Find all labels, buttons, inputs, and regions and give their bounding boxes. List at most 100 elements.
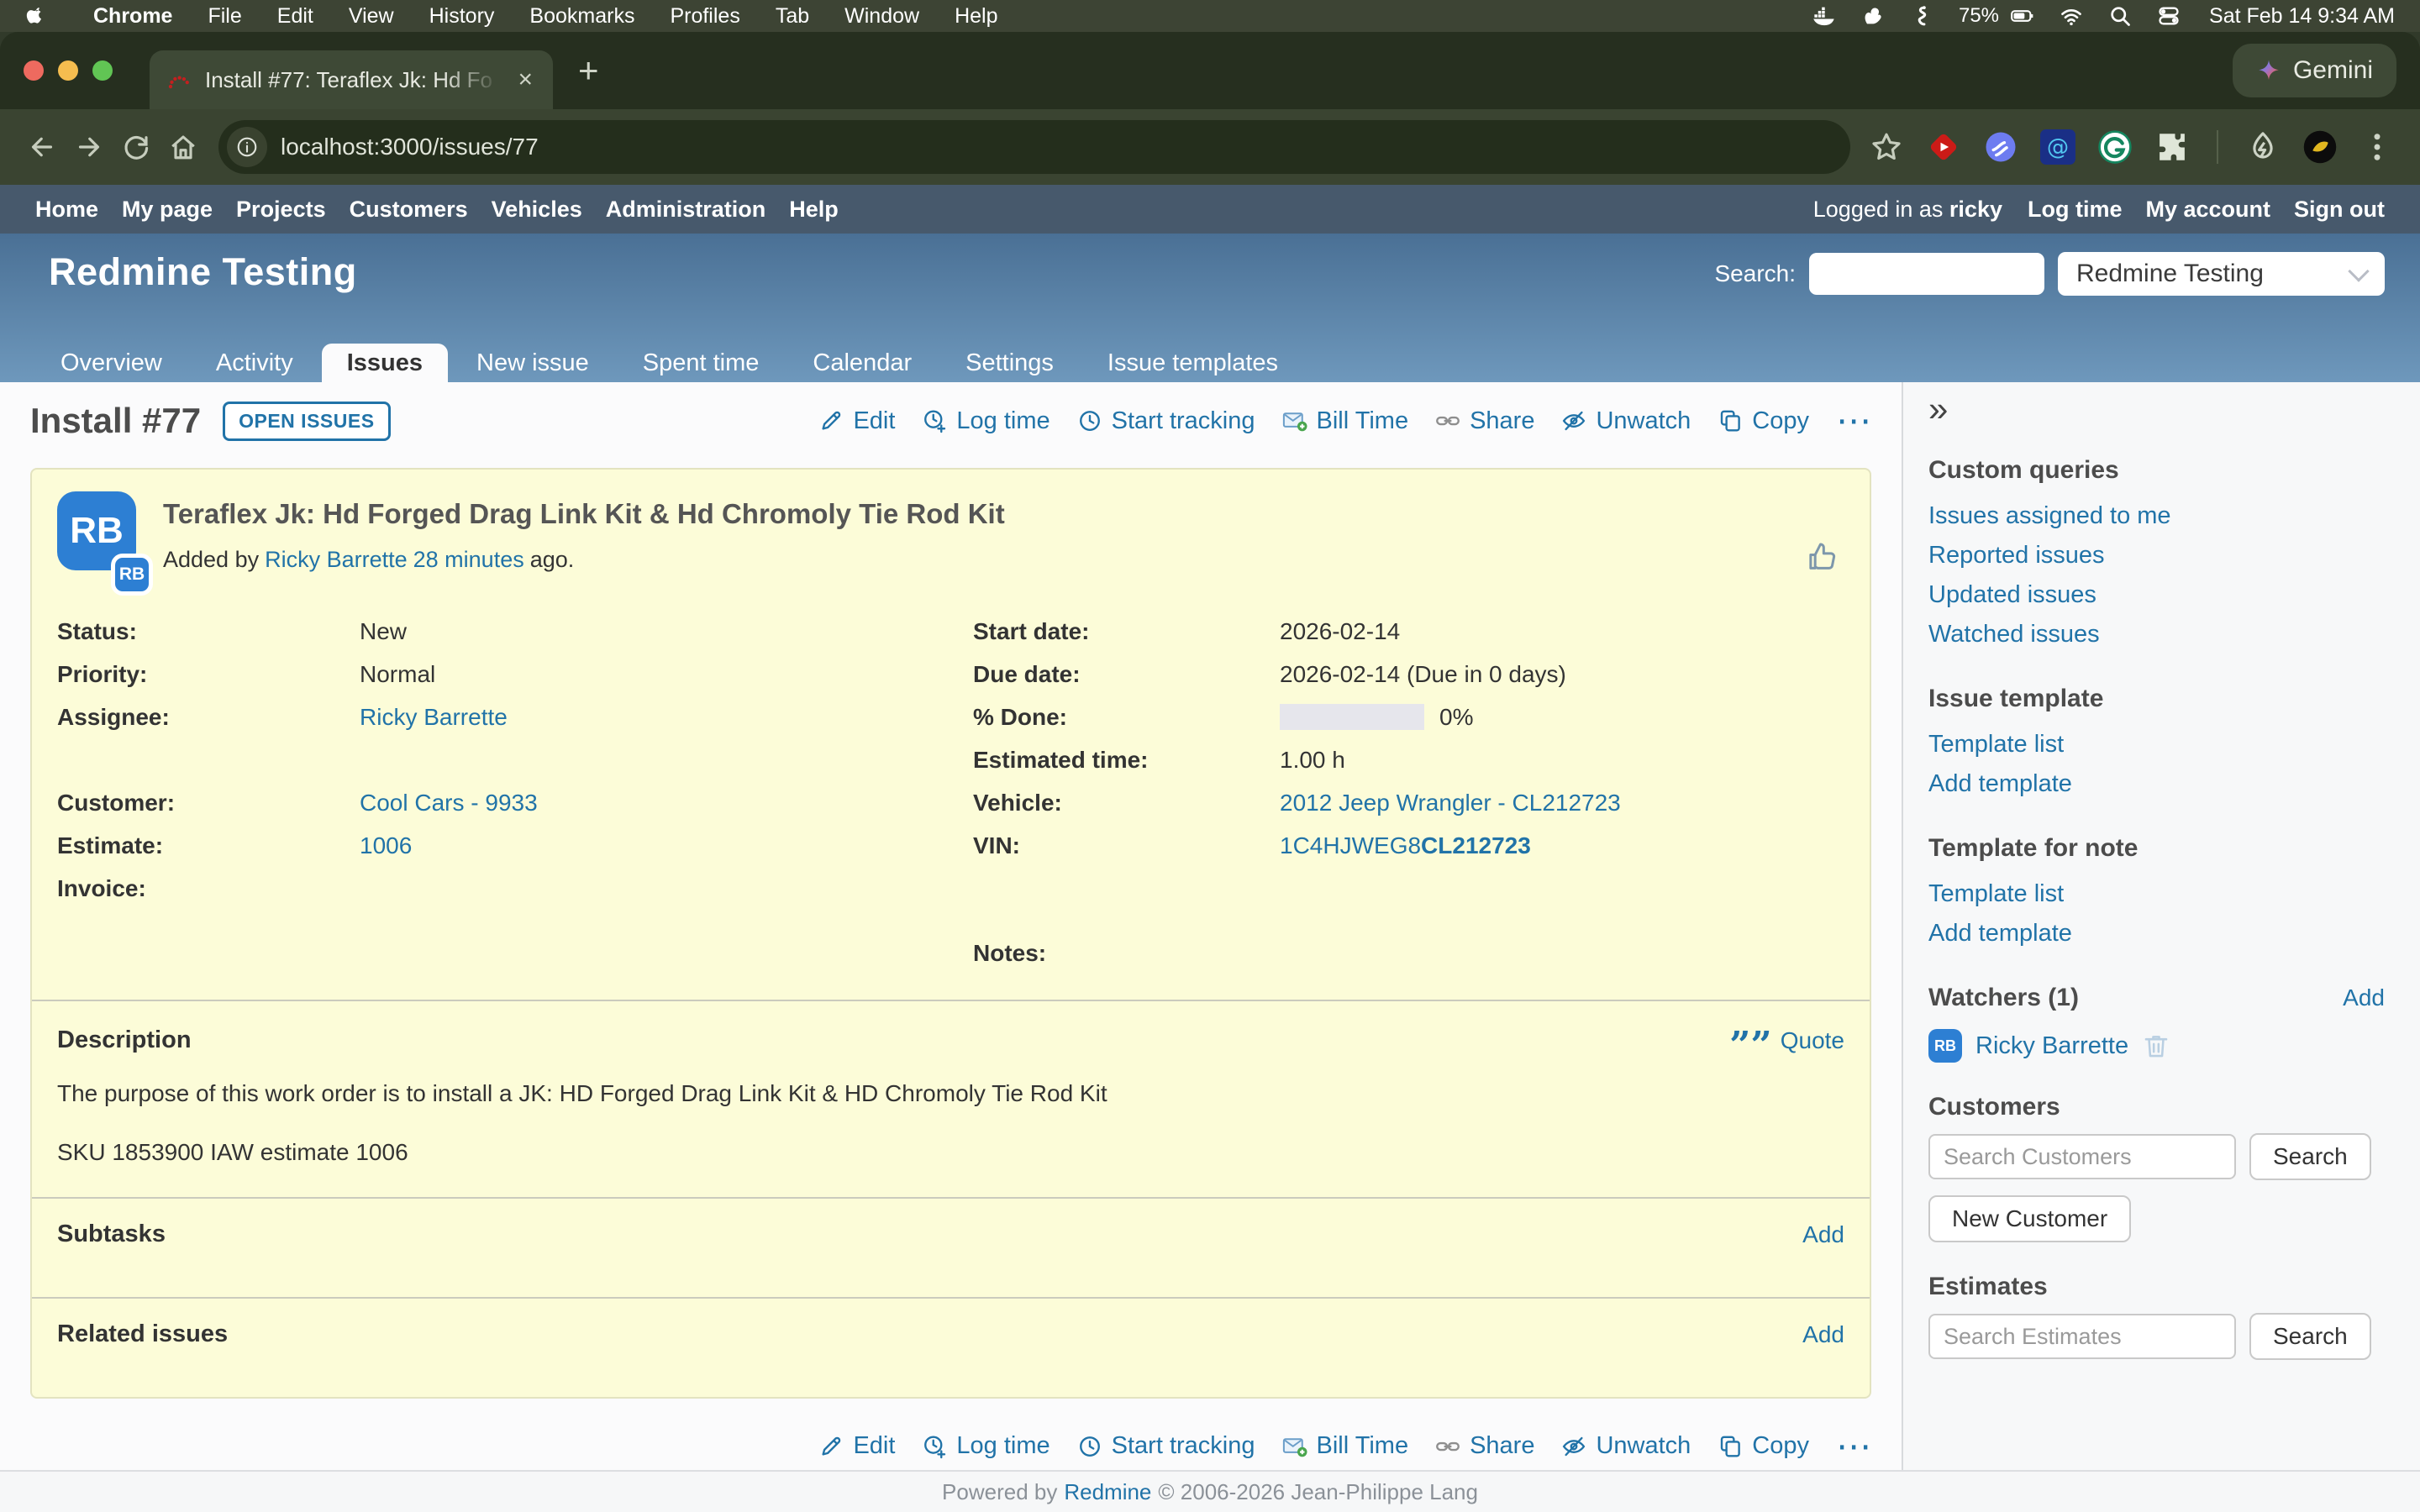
menubar-menu-history[interactable]: History xyxy=(412,4,513,29)
time-link[interactable]: 28 minutes xyxy=(413,547,524,572)
close-window-button[interactable] xyxy=(24,60,44,81)
action-bill-time[interactable]: Bill Time xyxy=(1282,1432,1409,1460)
sidebar-link-custom-queries-watched-issues[interactable]: Watched issues xyxy=(1928,615,2385,654)
reload-icon[interactable] xyxy=(113,123,160,171)
action-unwatch[interactable]: Unwatch xyxy=(1561,1432,1691,1460)
add-watcher-link[interactable]: Add xyxy=(2343,984,2385,1011)
action-log-time[interactable]: Log time xyxy=(922,1432,1050,1460)
attr-link-estimate[interactable]: 1006 xyxy=(360,832,412,859)
menubar-menu-window[interactable]: Window xyxy=(827,4,937,29)
site-info-icon[interactable] xyxy=(227,127,267,167)
snake-icon[interactable] xyxy=(1910,4,1933,28)
action-bill-time[interactable]: Bill Time xyxy=(1282,407,1409,435)
tab-overview[interactable]: Overview xyxy=(35,344,187,382)
add-subtasks-link[interactable]: Add xyxy=(1802,1221,1844,1248)
control-center-icon[interactable] xyxy=(2157,4,2181,28)
topmenu-sign-out[interactable]: Sign out xyxy=(2282,197,2396,223)
tab-new-issue[interactable]: New issue xyxy=(451,344,614,382)
sidebar-link-template-for-note-add-template[interactable]: Add template xyxy=(1928,914,2385,953)
extensions-puzzle-icon[interactable] xyxy=(2154,129,2190,165)
browser-tab[interactable]: Install #77: Teraflex Jk: Hd Fo × xyxy=(150,50,553,109)
topmenu-customers[interactable]: Customers xyxy=(338,197,480,223)
spotlight-search-icon[interactable] xyxy=(2108,4,2132,28)
action-edit[interactable]: Edit xyxy=(818,1432,895,1460)
minimize-window-button[interactable] xyxy=(58,60,78,81)
action-more[interactable]: ⋯ xyxy=(1836,412,1871,429)
search-customers-button[interactable]: Search xyxy=(2249,1133,2371,1180)
action-copy[interactable]: Copy xyxy=(1718,1432,1809,1460)
apple-menu-icon[interactable] xyxy=(25,5,47,27)
topmenu-projects[interactable]: Projects xyxy=(224,197,338,223)
tab-issue-templates[interactable]: Issue templates xyxy=(1082,344,1303,382)
grammarly-extension-icon[interactable] xyxy=(2097,129,2133,165)
tab-settings[interactable]: Settings xyxy=(940,344,1079,382)
menubar-menu-view[interactable]: View xyxy=(331,4,412,29)
attr-link-assignee[interactable]: Ricky Barrette xyxy=(360,704,508,731)
action-unwatch[interactable]: Unwatch xyxy=(1561,407,1691,435)
chrome-menu-icon[interactable] xyxy=(2360,129,2395,165)
forward-icon[interactable] xyxy=(66,123,113,171)
watcher-name-link[interactable]: Ricky Barrette xyxy=(1975,1032,2128,1060)
sidebar-link-custom-queries-issues-assigned-to-me[interactable]: Issues assigned to me xyxy=(1928,496,2385,536)
new-customer-button[interactable]: New Customer xyxy=(1928,1195,2131,1242)
zoom-window-button[interactable] xyxy=(92,60,113,81)
project-select[interactable]: Redmine Testing xyxy=(2058,252,2385,296)
sidebar-link-custom-queries-reported-issues[interactable]: Reported issues xyxy=(1928,536,2385,575)
topmenu-log-time[interactable]: Log time xyxy=(2016,197,2134,223)
quote-button[interactable]: ”” Quote xyxy=(1729,1027,1844,1054)
attr-link-vehicle[interactable]: 2012 Jeep Wrangler - CL212723 xyxy=(1280,790,1621,816)
menubar-menu-chrome[interactable]: Chrome xyxy=(76,4,190,29)
menubar-menu-tab[interactable]: Tab xyxy=(758,4,827,29)
search-estimates-input[interactable] xyxy=(1928,1314,2236,1359)
action-edit[interactable]: Edit xyxy=(818,407,895,435)
tab-calendar[interactable]: Calendar xyxy=(787,344,937,382)
topmenu-my-page[interactable]: My page xyxy=(110,197,224,223)
delete-watcher-icon[interactable] xyxy=(2142,1032,2170,1060)
tab-spent-time[interactable]: Spent time xyxy=(618,344,785,382)
stylus-extension-icon[interactable] xyxy=(1983,129,2018,165)
menubar-clock[interactable]: Sat Feb 14 9:34 AM xyxy=(2209,4,2395,29)
action-log-time[interactable]: Log time xyxy=(922,407,1050,435)
address-bar[interactable]: localhost:3000/issues/77 xyxy=(218,120,1850,174)
menubar-menu-edit[interactable]: Edit xyxy=(260,4,331,29)
menubar-menu-profiles[interactable]: Profiles xyxy=(652,4,757,29)
bookmark-star-icon[interactable] xyxy=(1869,129,1904,165)
menubar-menu-help[interactable]: Help xyxy=(937,4,1015,29)
header-search-input[interactable] xyxy=(1809,253,2044,295)
action-start-tracking[interactable]: Start tracking xyxy=(1077,1432,1255,1460)
docker-icon[interactable] xyxy=(1812,4,1836,28)
battery-icon[interactable] xyxy=(2011,4,2034,28)
topmenu-help[interactable]: Help xyxy=(777,197,850,223)
menubar-menu-bookmarks[interactable]: Bookmarks xyxy=(512,4,652,29)
red-diamond-extension-icon[interactable] xyxy=(1926,129,1961,165)
collapse-sidebar-icon[interactable]: » xyxy=(1928,392,2385,426)
gemini-button[interactable]: Gemini xyxy=(2233,44,2396,97)
search-estimates-button[interactable]: Search xyxy=(2249,1313,2371,1360)
add-related-issues-link[interactable]: Add xyxy=(1802,1321,1844,1348)
sidebar-link-template-for-note-template-list[interactable]: Template list xyxy=(1928,874,2385,914)
tab-close-icon[interactable]: × xyxy=(514,66,536,94)
hand-icon[interactable] xyxy=(1861,4,1885,28)
topmenu-home[interactable]: Home xyxy=(24,197,110,223)
tab-activity[interactable]: Activity xyxy=(191,344,318,382)
performance-leaf-icon[interactable] xyxy=(2245,129,2281,165)
redmine-link[interactable]: Redmine xyxy=(1064,1479,1151,1505)
profile-avatar[interactable] xyxy=(2302,129,2338,165)
at-sign-extension-icon[interactable]: @ xyxy=(2040,129,2075,165)
topmenu-vehicles[interactable]: Vehicles xyxy=(480,197,594,223)
action-share[interactable]: Share xyxy=(1435,1432,1534,1460)
action-copy[interactable]: Copy xyxy=(1718,407,1809,435)
search-customers-input[interactable] xyxy=(1928,1134,2236,1179)
wifi-icon[interactable] xyxy=(2060,4,2083,28)
action-more[interactable]: ⋯ xyxy=(1836,1438,1871,1455)
topmenu-administration[interactable]: Administration xyxy=(594,197,778,223)
menubar-menu-file[interactable]: File xyxy=(190,4,259,29)
back-icon[interactable] xyxy=(18,123,66,171)
vin-link[interactable]: 1C4HJWEG8CL212723 xyxy=(1280,832,1531,859)
author-link[interactable]: Ricky Barrette xyxy=(265,547,408,572)
sidebar-link-custom-queries-updated-issues[interactable]: Updated issues xyxy=(1928,575,2385,615)
home-icon[interactable] xyxy=(160,123,207,171)
action-start-tracking[interactable]: Start tracking xyxy=(1077,407,1255,435)
tab-issues[interactable]: Issues xyxy=(322,344,448,382)
action-share[interactable]: Share xyxy=(1435,407,1534,435)
